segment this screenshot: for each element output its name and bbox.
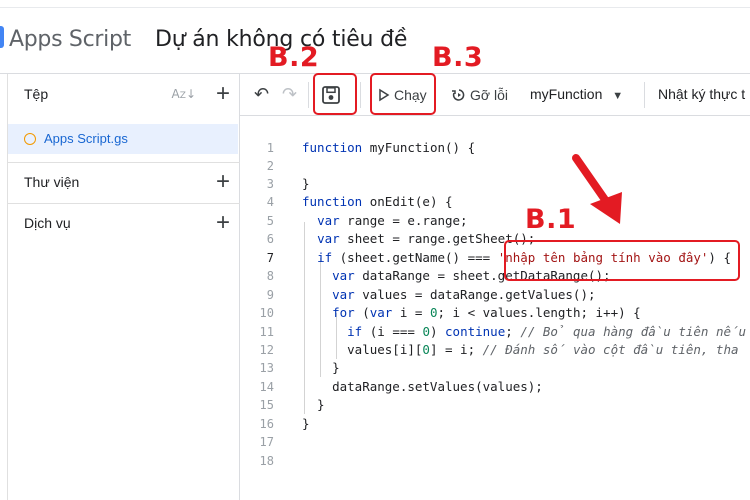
annotation-b2-label: B.2 (268, 42, 320, 73)
sort-az-icon[interactable]: AZ↓ (172, 88, 196, 101)
execution-log-button[interactable]: Nhật ký thực t (658, 86, 745, 102)
line-number: 10 (259, 306, 274, 320)
line-number: 18 (259, 454, 274, 468)
toolbar-separator (644, 82, 645, 108)
line-number: 11 (259, 325, 274, 339)
apps-script-logo-icon (0, 26, 4, 48)
line-number: 15 (259, 398, 274, 412)
line-number: 13 (259, 361, 274, 375)
annotation-b3-label: B.3 (432, 42, 484, 73)
line-number: 12 (259, 343, 274, 357)
function-select-value: myFunction (530, 86, 603, 102)
debug-icon (452, 89, 465, 101)
libraries-label: Thư viện (24, 174, 80, 190)
redo-icon[interactable]: ↷ (282, 84, 297, 105)
code-editor[interactable]: 1 function myFunction() { 2 3} 4 function … (240, 117, 750, 500)
code-line: 1 function myFunction() { (240, 140, 750, 158)
line-number: 6 (266, 232, 274, 246)
add-library-icon[interactable]: + (216, 170, 230, 194)
code-line: 5 var range = e.range; (240, 213, 750, 231)
add-service-icon[interactable]: + (216, 211, 230, 235)
file-item-apps-script-gs[interactable]: Apps Script.gs (8, 124, 238, 154)
file-sidebar: Tệp AZ↓ + Apps Script.gs Thư viện + Dịch… (8, 74, 240, 500)
line-number: 3 (266, 177, 274, 191)
line-number: 8 (266, 269, 274, 283)
browser-top-line (0, 0, 750, 8)
code-line: 13 } (240, 360, 750, 378)
code-line: 2 (240, 158, 750, 176)
line-number: 5 (266, 214, 274, 228)
code-line: 11 if (i === 0) continue; // Bỏ qua hàng… (240, 324, 750, 342)
file-status-icon (24, 133, 36, 145)
function-select[interactable]: myFunction ▼ (530, 86, 623, 102)
code-line: 15 } (240, 397, 750, 415)
file-item-label: Apps Script.gs (44, 131, 128, 146)
code-line: 12 values[i][0] = i; // Đánh số vào cột … (240, 342, 750, 360)
toolbar-separator (360, 82, 361, 108)
annotation-b2-box (313, 73, 357, 115)
annotation-arrow-icon (572, 154, 622, 224)
line-number: 2 (266, 159, 274, 173)
code-line: 9 var values = dataRange.getValues(); (240, 287, 750, 305)
line-number: 9 (266, 288, 274, 302)
add-file-icon[interactable]: + (216, 82, 230, 106)
libraries-section: Thư viện + (8, 163, 240, 203)
line-number: 1 (266, 141, 274, 155)
undo-icon[interactable]: ↶ (254, 84, 269, 105)
files-label: Tệp (24, 86, 49, 102)
app-name[interactable]: Apps Script (9, 27, 131, 52)
debug-label: Gỡ lỗi (470, 87, 508, 103)
services-label: Dịch vụ (24, 215, 71, 231)
code-line: 4 function onEdit(e) { (240, 194, 750, 212)
line-number: 14 (259, 380, 274, 394)
line-number: 4 (266, 195, 274, 209)
line-number: 16 (259, 417, 274, 431)
line-number: 7 (266, 251, 274, 265)
code-line: 16} (240, 416, 750, 434)
toolbar-separator (308, 82, 309, 108)
left-nav-strip (0, 74, 8, 500)
code-line: 3} (240, 176, 750, 194)
code-line: 18 (240, 453, 750, 471)
services-section: Dịch vụ + (8, 204, 240, 244)
chevron-down-icon: ▼ (612, 90, 624, 102)
code-line: 17 (240, 434, 750, 452)
debug-button[interactable]: Gỡ lỗi (450, 84, 508, 106)
annotation-b3-box (370, 73, 436, 115)
files-header: Tệp AZ↓ + (8, 74, 240, 116)
code-line: 10 for (var i = 0; i < values.length; i+… (240, 305, 750, 323)
code-line: 14 dataRange.setValues(values); (240, 379, 750, 397)
app-header: Apps Script Dự án không có tiêu đề (0, 0, 750, 74)
line-number: 17 (259, 435, 274, 449)
annotation-b1-box (504, 240, 740, 281)
